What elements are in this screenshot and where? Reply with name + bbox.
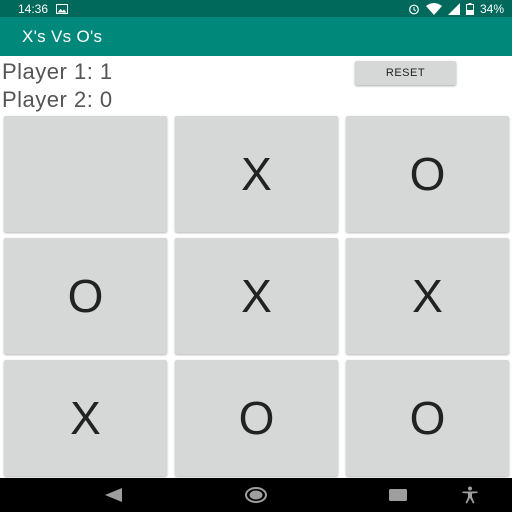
status-time: 14:36 xyxy=(18,1,49,16)
back-icon[interactable] xyxy=(102,486,126,504)
player2-score: Player 2: 0 xyxy=(2,87,113,112)
battery-percent: 34% xyxy=(479,1,504,16)
status-bar: 14:36 34% xyxy=(0,0,512,17)
game-board: X O O X X X O O xyxy=(4,116,509,476)
board-cell[interactable] xyxy=(4,116,167,232)
board-cell[interactable]: O xyxy=(346,360,509,476)
board-cell[interactable]: X xyxy=(346,238,509,354)
board-cell[interactable]: O xyxy=(175,360,338,476)
home-icon[interactable] xyxy=(244,486,268,504)
board-cell[interactable]: X xyxy=(175,238,338,354)
wifi-icon xyxy=(425,2,442,15)
board-cell[interactable]: O xyxy=(346,116,509,232)
recents-icon[interactable] xyxy=(386,486,410,504)
battery-icon xyxy=(465,2,474,15)
alarm-icon xyxy=(408,3,420,15)
board-cell[interactable]: O xyxy=(4,238,167,354)
signal-icon xyxy=(447,2,460,15)
app-title: X's Vs O's xyxy=(22,26,103,46)
player1-score: Player 1: 1 xyxy=(2,59,113,84)
accessibility-icon[interactable] xyxy=(458,486,482,504)
reset-button[interactable]: RESET xyxy=(355,61,456,85)
nav-bar xyxy=(0,478,512,512)
board-cell[interactable]: X xyxy=(4,360,167,476)
app-bar: X's Vs O's xyxy=(0,17,512,56)
image-icon xyxy=(56,3,69,14)
board-cell[interactable]: X xyxy=(175,116,338,232)
